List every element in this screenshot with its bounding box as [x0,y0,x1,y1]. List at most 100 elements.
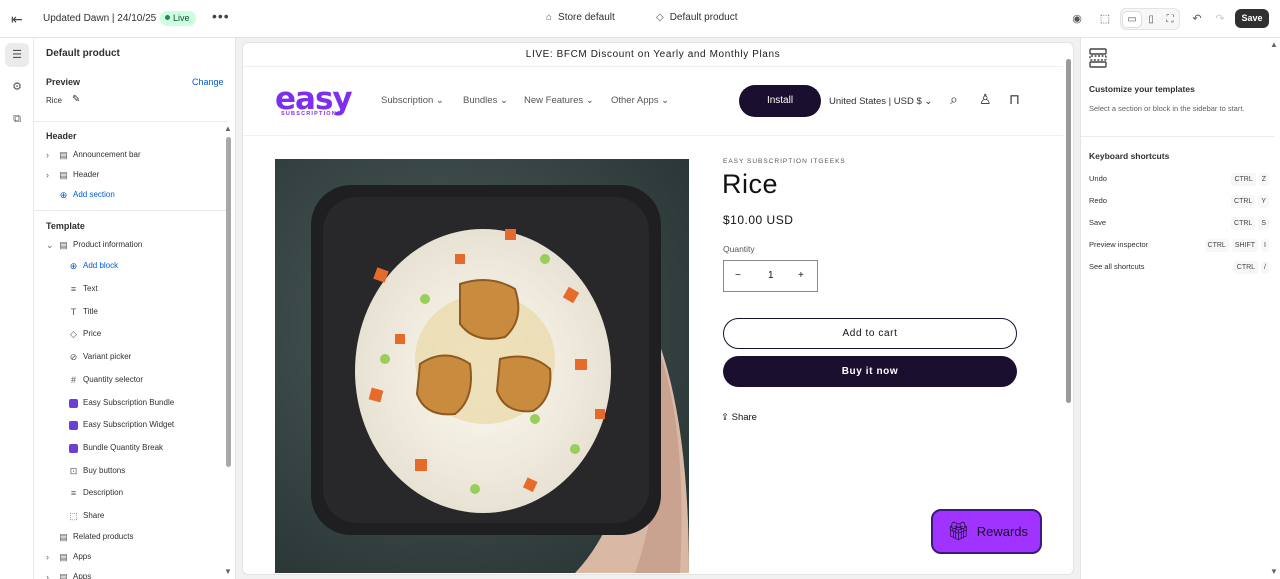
quantity-value[interactable]: 1 [768,270,774,281]
quantity-stepper: − 1 + [723,260,818,292]
block-item[interactable]: ⊘ Variant picker [34,347,228,367]
shortcut-keys: CTRL / [1231,259,1269,275]
inspector-icon[interactable]: ⬚ [1097,11,1113,27]
key-cap: Y [1258,195,1269,208]
announcement-bar[interactable]: LIVE: BFCM Discount on Yearly and Monthl… [243,43,1063,67]
nav-item-subscription[interactable]: Subscription ⌄ [381,95,444,106]
plus-circle-icon: ⊕ [59,190,68,200]
block-item[interactable]: ◇ Price [34,324,228,344]
section-product-information[interactable]: ⌄ ▤ Product information [34,235,228,255]
scroll-down-icon[interactable]: ▼ [224,567,232,576]
preview-scrollbar[interactable] [1066,59,1071,403]
block-item[interactable]: ≡ Description [34,483,228,503]
preview-value: Rice [46,96,63,105]
chevron-right-icon[interactable]: › [46,145,49,165]
nav-label: New Features [524,95,584,106]
shortcut-row: Undo CTRL Z [1089,171,1269,187]
panel-description: Select a section or block in the sidebar… [1089,104,1245,113]
account-icon[interactable]: ♙ [979,91,992,108]
section-header[interactable]: › ▤ Header [34,165,228,185]
add-section-button[interactable]: ⊕ Add section [34,185,228,205]
ai-sidekick-icon[interactable]: ◉ [1069,11,1085,27]
block-item[interactable]: ⊡ Buy buttons [34,461,228,481]
cart-icon[interactable]: ⊓ [1009,91,1020,108]
fullscreen-view-icon[interactable]: ⛶ [1161,12,1179,27]
app-embeds-icon[interactable]: ⧉ [5,107,29,131]
section-apps[interactable]: › ▤ Apps [34,547,228,567]
nav-item-new-features[interactable]: New Features ⌄ [524,95,594,106]
save-button[interactable]: Save [1235,9,1269,28]
block-label: Bundle Quantity Break [83,442,164,452]
block-item[interactable]: Easy Subscription Bundle [34,393,228,413]
template-select-label: Default product [669,12,738,23]
product-image[interactable] [275,159,689,573]
chevron-down-icon[interactable]: ⌄ [46,235,54,255]
nav-item-other-apps[interactable]: Other Apps ⌄ [611,95,669,106]
block-item[interactable]: Bundle Quantity Break [34,438,228,458]
share-icon: ⇪ [721,412,729,423]
block-label: Text [83,284,98,293]
redo-icon[interactable]: ↷ [1212,11,1228,27]
plus-icon[interactable]: + [798,270,804,281]
rewards-label: Rewards [976,524,1028,539]
section-apps[interactable]: › ▤ Apps [34,567,228,579]
share-block-icon: ⬚ [69,511,78,521]
panel-heading: Customize your templates [1089,84,1195,94]
undo-icon[interactable]: ↶ [1189,11,1205,27]
shortcuts-heading: Keyboard shortcuts [1089,151,1170,161]
edit-pencil-icon[interactable]: ✎ [72,94,80,105]
shortcut-row: Preview inspector CTRL SHIFT I [1089,237,1269,253]
shortcut-action: Save [1089,218,1107,227]
chevron-right-icon[interactable]: › [46,547,49,567]
shortcut-keys: CTRL Y [1228,193,1269,209]
block-item[interactable]: # Quantity selector [34,370,228,390]
storefront-preview: LIVE: BFCM Discount on Yearly and Monthl… [242,42,1074,575]
install-button[interactable]: Install [739,85,821,117]
rewards-launcher[interactable]: 🎁︎ Rewards [931,509,1042,554]
status-badge: Live [160,11,196,26]
sections-icon[interactable]: ☰ [5,43,29,67]
block-item[interactable]: T Title [34,302,228,322]
sidebar-scrollbar[interactable] [226,137,231,467]
exit-icon[interactable]: ⇤ [11,11,27,27]
buy-it-now-button[interactable]: Buy it now [723,356,1017,387]
store-logo[interactable]: easy SUBSCRIPTIONS [275,84,357,118]
chevron-down-icon: ⌄ [661,95,670,106]
variant-picker-icon: ⊘ [69,352,78,363]
more-actions-icon[interactable]: ••• [212,8,230,24]
mobile-view-icon[interactable]: ▯ [1142,12,1160,27]
section-announcement-bar[interactable]: › ▤ Announcement bar [34,145,228,165]
template-select[interactable]: ◇ Default product [656,12,738,23]
block-label: Title [83,306,98,316]
minus-icon[interactable]: − [735,270,741,281]
scroll-down-icon[interactable]: ▼ [1270,567,1278,576]
block-item[interactable]: ⬚ Share [34,506,228,526]
section-layout-icon: ▤ [59,170,68,180]
scroll-up-icon[interactable]: ▲ [224,124,232,133]
preview-change-link[interactable]: Change [192,77,224,87]
status-badge-label: Live [173,13,190,23]
nav-label: Subscription [381,95,434,106]
nav-item-bundles[interactable]: Bundles ⌄ [463,95,508,106]
add-section-label: Add section [73,190,115,199]
block-item[interactable]: Easy Subscription Widget [34,415,228,435]
section-related-products[interactable]: ▤ Related products [34,527,228,547]
add-to-cart-button[interactable]: Add to cart [723,318,1017,349]
scroll-up-icon[interactable]: ▲ [1270,40,1278,49]
add-block-label: Add block [83,261,119,270]
search-icon[interactable]: ⌕ [950,91,958,108]
theme-title: Updated Dawn | 24/10/25 [43,13,157,24]
chevron-right-icon[interactable]: › [46,165,49,185]
header-divider [243,135,1063,136]
header-group-label: Header [46,131,77,141]
settings-gear-icon[interactable]: ⚙ [5,75,29,99]
currency-selector[interactable]: United States | USD $ ⌄ [829,96,932,107]
desktop-view-icon[interactable]: ▭ [1123,12,1141,27]
add-block-button[interactable]: ⊕ Add block [34,256,228,276]
chevron-right-icon[interactable]: › [46,567,49,579]
block-item[interactable]: ≡ Text [34,279,228,299]
store-select-label: Store default [558,12,615,23]
block-label: Easy Subscription Widget [83,420,175,430]
share-button[interactable]: ⇪ Share [721,412,757,423]
store-select[interactable]: ⌂ Store default [546,12,615,23]
